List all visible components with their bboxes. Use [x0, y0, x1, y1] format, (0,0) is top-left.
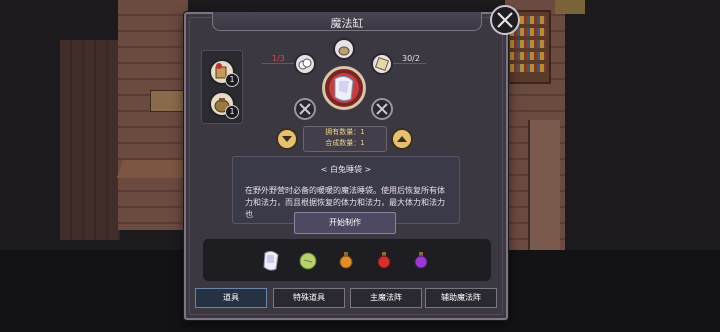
decrease-button[interactable]: [276, 128, 298, 150]
locked-icon: [299, 103, 311, 115]
dialog-title: 魔法缸: [330, 17, 364, 30]
sleeping-bag-icon: [334, 75, 354, 102]
locked-node: [294, 98, 316, 120]
chevron-down-icon: [282, 136, 292, 142]
locked-node: [371, 98, 393, 120]
background-table: [116, 160, 194, 178]
craft-count: 合成数量：1: [325, 139, 365, 147]
paper-icon: [374, 56, 390, 72]
craft-result-slot[interactable]: [322, 66, 366, 110]
pot-icon: [338, 46, 350, 56]
ingredient-slot-pouch[interactable]: 1: [209, 91, 239, 119]
dialog-title-bar: 魔法缸: [212, 12, 482, 31]
red-potion-icon: [377, 252, 391, 269]
background-pillar: [528, 120, 560, 250]
purple-potion-icon: [414, 252, 428, 269]
background-wall: [118, 0, 188, 230]
increase-button[interactable]: [391, 128, 413, 150]
ingredient-count: 1: [225, 73, 239, 87]
connector-line: [262, 63, 296, 64]
green-herb-icon: [299, 252, 317, 270]
material-node-cotton[interactable]: [294, 53, 316, 75]
recipe-item-list: [202, 238, 492, 282]
orange-potion-icon: [339, 252, 353, 269]
rabbit-sleeping-bag-icon: [263, 250, 279, 271]
background-wall: [60, 40, 120, 240]
tab-support-magic-circle[interactable]: 辅助魔法阵: [425, 288, 497, 308]
material-node-paper[interactable]: [371, 53, 393, 75]
recipe-item[interactable]: [408, 247, 434, 273]
ingredient-slots: 1 1: [201, 50, 243, 124]
cotton-icon: [298, 58, 312, 70]
close-button[interactable]: [490, 5, 520, 35]
start-crafting-button[interactable]: 开始制作: [294, 212, 396, 234]
tab-main-magic-circle[interactable]: 主魔法阵: [350, 288, 422, 308]
recipe-item[interactable]: [333, 247, 359, 273]
material-node-pot[interactable]: [333, 38, 355, 60]
connector-line: [392, 63, 426, 64]
item-name: < 白兔睡袋 >: [320, 165, 372, 174]
tab-items[interactable]: 道具: [195, 288, 267, 308]
left-ratio: 1/3: [272, 54, 285, 63]
right-ratio: 30/2: [402, 54, 420, 63]
recipe-item[interactable]: [258, 247, 284, 273]
ingredient-count: 1: [225, 105, 239, 119]
recipe-item[interactable]: [295, 247, 321, 273]
owned-count: 拥有数量：1: [325, 128, 365, 136]
recipe-item[interactable]: [371, 247, 397, 273]
background-trim: [555, 0, 585, 14]
chevron-up-icon: [397, 136, 407, 142]
tab-special-items[interactable]: 特殊道具: [273, 288, 345, 308]
ingredient-slot-scroll[interactable]: 1: [209, 59, 239, 87]
locked-icon: [376, 103, 388, 115]
quantity-display: 拥有数量：1 合成数量：1: [303, 126, 387, 152]
close-icon: [497, 12, 513, 28]
